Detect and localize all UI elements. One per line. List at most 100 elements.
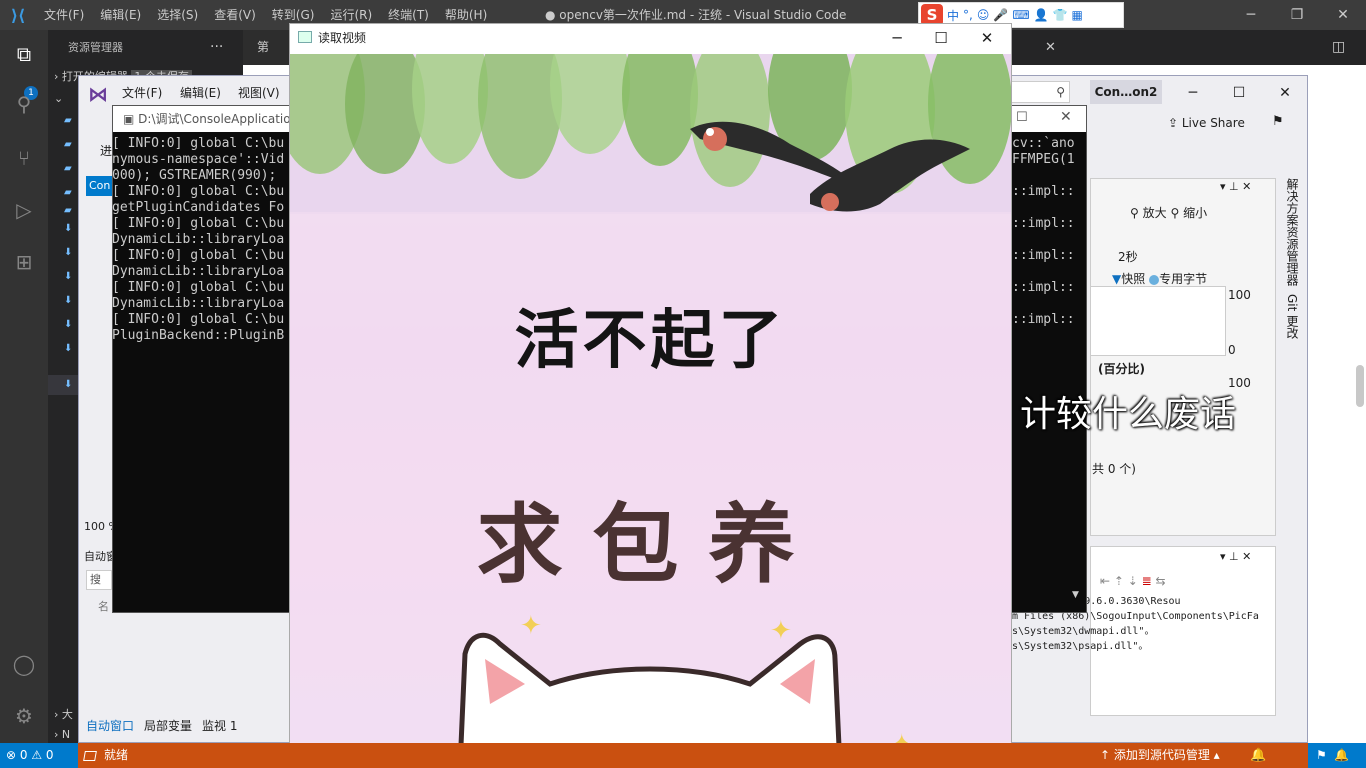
- ime-lang-toggle[interactable]: 中: [947, 7, 959, 24]
- tab-close-icon[interactable]: ✕: [1045, 30, 1056, 65]
- microphone-icon[interactable]: 🎤: [993, 8, 1008, 22]
- emoji-icon[interactable]: ☺: [977, 8, 990, 22]
- console-title: D:\调试\ConsoleApplicatio: [138, 112, 291, 126]
- vscode-maximize-button[interactable]: ❐: [1274, 0, 1320, 30]
- zoom-in-icon[interactable]: ⚲: [1130, 206, 1139, 220]
- markdown-file-icon[interactable]: ⬇: [64, 224, 74, 234]
- live-share-button[interactable]: ⇪ Live Share: [1168, 116, 1245, 130]
- video-frame-art: ✦ ✦ ✦ ✦: [290, 54, 1011, 768]
- search-icon[interactable]: ⚲: [12, 92, 36, 116]
- video-caption-line2: 求包养: [476, 495, 825, 595]
- video-maximize-button[interactable]: ☐: [918, 24, 964, 52]
- search-icon: ⚲: [1056, 85, 1065, 99]
- console-line: ::impl::: [1012, 216, 1075, 231]
- grid-menu-icon[interactable]: ▦: [1072, 8, 1083, 22]
- vs-minimize-button[interactable]: ─: [1170, 80, 1216, 106]
- file-icon[interactable]: ▰: [64, 164, 74, 174]
- folder-chevron-icon[interactable]: ⌄: [54, 92, 63, 105]
- tab-autos[interactable]: 自动窗口: [86, 717, 134, 734]
- vscode-minimize-button[interactable]: ─: [1228, 0, 1274, 30]
- console-scroll-down-icon[interactable]: ▼: [1072, 590, 1086, 612]
- video-close-button[interactable]: ✕: [964, 24, 1010, 52]
- zoom-in-label[interactable]: 放大: [1143, 206, 1167, 220]
- vs-solution-config[interactable]: Con…on2: [1090, 80, 1162, 104]
- problems-status[interactable]: ⊗ 0 ⚠ 0: [0, 743, 78, 768]
- vs-left-label: 进: [100, 144, 113, 158]
- video-minimize-button[interactable]: ─: [874, 24, 920, 52]
- vsc-menu-file[interactable]: 文件(F): [36, 0, 92, 30]
- feedback-icon[interactable]: ⚑: [1272, 114, 1284, 129]
- vsc-menu-view[interactable]: 查看(V): [206, 0, 264, 30]
- user-icon[interactable]: 👤: [1034, 8, 1049, 22]
- markdown-file-icon[interactable]: ⬇: [64, 380, 74, 390]
- video-window-title: 读取视频: [318, 31, 367, 45]
- bell-icon[interactable]: 🔔: [1334, 748, 1349, 762]
- vsc-menu-edit[interactable]: 编辑(E): [92, 0, 149, 30]
- video-window-icon: [298, 31, 312, 43]
- output-panel-options-icon[interactable]: ▾ ⊥ ✕: [1220, 550, 1251, 563]
- source-control-icon[interactable]: ⑂: [12, 146, 36, 170]
- outline-label: 大: [61, 708, 73, 721]
- vs-menu-file[interactable]: 文件(F): [122, 84, 162, 101]
- ime-punct-toggle[interactable]: °,: [963, 8, 973, 22]
- console-line: DynamicLib::libraryLoa: [112, 296, 285, 311]
- zoom-out-label[interactable]: 缩小: [1183, 206, 1207, 220]
- file-icon[interactable]: ▰: [64, 188, 74, 198]
- solution-explorer-tab[interactable]: 解决方案资源管理器: [1284, 178, 1301, 286]
- markdown-file-icon[interactable]: ⬇: [64, 344, 74, 354]
- file-icon[interactable]: ▰: [64, 116, 74, 126]
- vscode-activity-bar: ⧉ 1 ⚲ ⑂ ▷ ⊞ ◯ ⚙: [0, 30, 48, 743]
- vs-search-box[interactable]: ⚲: [1010, 81, 1070, 103]
- file-icon[interactable]: ▰: [64, 140, 74, 150]
- console-line: [ INFO:0] global C:\bu: [112, 312, 285, 327]
- clear-all-icon[interactable]: ≣: [1142, 574, 1152, 588]
- markdown-file-icon[interactable]: ⬇: [64, 296, 74, 306]
- ready-icon: [83, 750, 97, 761]
- video-caption-line1: 活不起了: [514, 303, 787, 378]
- markdown-file-icon[interactable]: ⬇: [64, 248, 74, 258]
- manage-gear-icon[interactable]: ⚙: [12, 704, 36, 728]
- notifications-bell-icon[interactable]: 🔔: [1250, 743, 1266, 768]
- keyboard-icon[interactable]: ⌨: [1012, 8, 1029, 22]
- chart-y-max: 100: [1228, 288, 1251, 302]
- timeline-tick-label: 2秒: [1118, 250, 1138, 264]
- vs-menu-edit[interactable]: 编辑(E): [180, 84, 221, 101]
- explorer-icon[interactable]: ⧉: [12, 42, 36, 66]
- console-maximize-button[interactable]: ☐: [1016, 110, 1028, 125]
- vs-left-tab[interactable]: Con: [86, 176, 112, 196]
- zoom-out-icon[interactable]: ⚲: [1170, 206, 1179, 220]
- file-icon[interactable]: ▰: [64, 206, 74, 216]
- extensions-icon[interactable]: ⊞: [12, 250, 36, 274]
- run-debug-icon[interactable]: ▷: [12, 198, 36, 222]
- vsc-menu-selection[interactable]: 选择(S): [149, 0, 206, 30]
- console-title-bar: ▣ D:\调试\ConsoleApplicatio: [113, 106, 291, 132]
- panel-options-icon[interactable]: ▾ ⊥ ✕: [1220, 180, 1251, 193]
- tab-locals[interactable]: 局部变量: [144, 717, 192, 734]
- tab-watch1[interactable]: 监视 1: [202, 717, 237, 734]
- vs-maximize-button[interactable]: ☐: [1216, 80, 1262, 106]
- private-bytes-dot-icon: [1149, 274, 1160, 285]
- markdown-file-icon[interactable]: ⬇: [64, 272, 74, 282]
- explorer-more-actions[interactable]: ···: [210, 30, 223, 65]
- git-changes-tab[interactable]: Git 更改: [1284, 294, 1301, 339]
- add-to-source-control-button[interactable]: ↑ 添加到源代码管理 ▴: [1100, 743, 1220, 768]
- output-toolbar[interactable]: ⇤ ⇡ ⇣ ≣ ⇆: [1100, 574, 1166, 588]
- editor-tab-label: 第: [257, 40, 270, 54]
- split-editor-icon[interactable]: ◫: [1332, 30, 1345, 65]
- vs-close-button[interactable]: ✕: [1262, 80, 1308, 106]
- memory-legend: ▼快照 专用字节: [1112, 270, 1207, 287]
- vs-menu-view[interactable]: 视图(V): [238, 84, 280, 101]
- markdown-file-icon[interactable]: ⬇: [64, 320, 74, 330]
- vscode-close-button[interactable]: ✕: [1320, 0, 1366, 30]
- outline-section-header[interactable]: › 大: [54, 706, 73, 722]
- subtitle-overlay: 计较什么废话: [1020, 394, 1237, 435]
- console-close-button[interactable]: ✕: [1060, 109, 1072, 125]
- account-icon[interactable]: ◯: [12, 652, 36, 676]
- console-line: [ INFO:0] global C:\bu: [112, 184, 285, 199]
- timeline-section-header[interactable]: › N: [54, 728, 70, 741]
- svg-text:✦: ✦: [520, 611, 542, 641]
- feedback-icon[interactable]: ⚑: [1316, 748, 1327, 762]
- skin-icon[interactable]: 👕: [1053, 8, 1068, 22]
- autos-search-input[interactable]: 搜索: [86, 570, 112, 590]
- editor-scrollbar[interactable]: [1356, 365, 1364, 407]
